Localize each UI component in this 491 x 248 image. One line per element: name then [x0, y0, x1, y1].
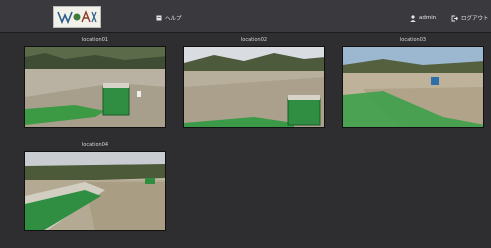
help-icon: [156, 15, 162, 21]
logout-icon: [451, 15, 458, 21]
top-bar: ヘルプ admin ログアウト: [0, 0, 491, 33]
camera-name: location03: [399, 37, 427, 43]
camera-snapshot: [184, 47, 324, 127]
camera-snapshot: [343, 47, 483, 127]
camera-feed-image: [183, 46, 325, 128]
camera-tile-1[interactable]: location01: [24, 37, 166, 128]
app-frame: ヘルプ admin ログアウト location01 location02 lo…: [0, 0, 491, 248]
camera-name: location01: [81, 37, 109, 43]
help-label: ヘルプ: [165, 16, 182, 22]
logout-button[interactable]: ログアウト: [451, 13, 489, 23]
camera-snapshot: [25, 47, 165, 127]
camera-snapshot: [25, 152, 165, 230]
user-icon: [410, 14, 416, 22]
logo: [53, 6, 101, 28]
camera-tile-3[interactable]: location03: [342, 37, 484, 128]
camera-feed-image: [342, 46, 484, 128]
camera-name: location02: [240, 37, 268, 43]
user-label: admin: [419, 15, 437, 21]
camera-name: location04: [81, 142, 109, 148]
camera-tile-2[interactable]: location02: [183, 37, 325, 128]
logo-artwork: [54, 7, 100, 27]
help-button[interactable]: ヘルプ: [156, 13, 182, 23]
camera-feed-image: [24, 151, 166, 231]
camera-feed-image: [24, 46, 166, 128]
camera-tile-4[interactable]: location04: [24, 142, 166, 231]
logout-label: ログアウト: [461, 16, 489, 22]
user-menu[interactable]: admin: [410, 13, 436, 23]
